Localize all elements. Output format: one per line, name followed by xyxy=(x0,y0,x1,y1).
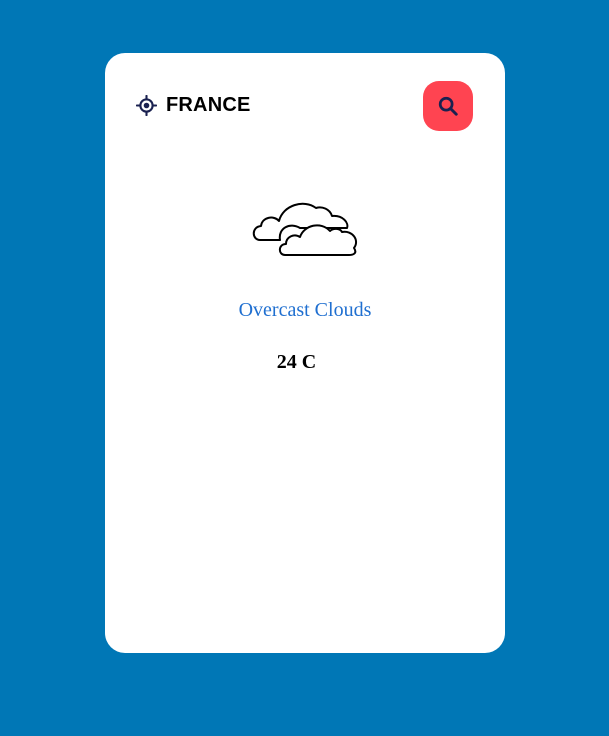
temperature-value: 24 C xyxy=(276,351,317,373)
overcast-clouds-icon xyxy=(252,202,358,256)
search-button[interactable] xyxy=(423,81,473,131)
location-crosshair-icon xyxy=(136,95,157,116)
weather-card: FRANCE Overcast Clouds 24 C xyxy=(105,53,505,653)
weather-description: Overcast Clouds xyxy=(238,299,372,321)
country-name: FRANCE xyxy=(166,94,251,116)
search-icon xyxy=(438,96,458,116)
location-header: FRANCE xyxy=(136,94,251,117)
